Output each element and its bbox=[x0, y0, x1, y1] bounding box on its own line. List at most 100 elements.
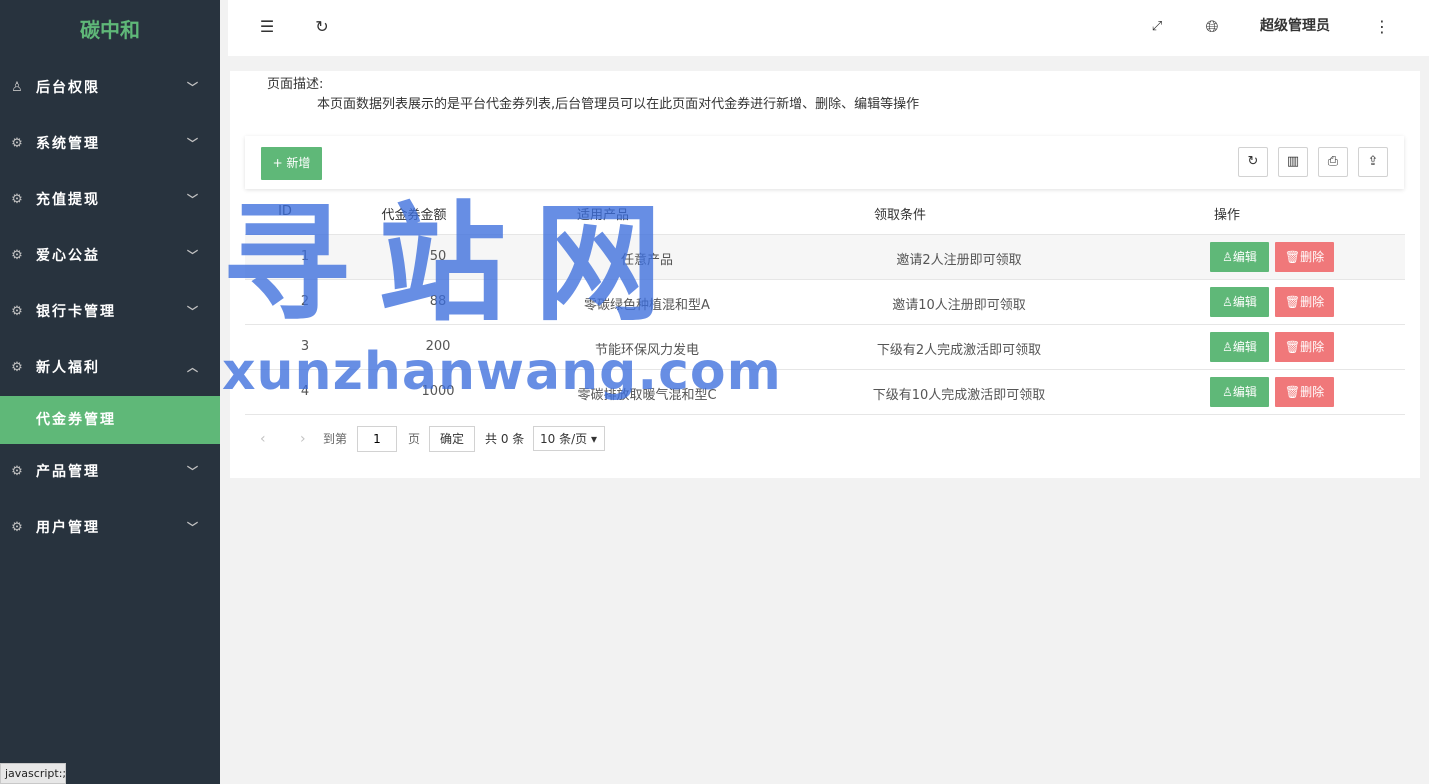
delete-button-label: 删除 bbox=[1300, 340, 1325, 354]
sidebar-item-charity[interactable]: ⚙ 爱心公益 ﹀ bbox=[0, 228, 220, 284]
sidebar-item-label: 后台权限 bbox=[36, 80, 100, 96]
cell-id: 2 bbox=[300, 294, 310, 309]
sidebar-item-recharge[interactable]: ⚙ 充值提现 ﹀ bbox=[0, 172, 220, 228]
delete-button[interactable]: 🗑︎删除 bbox=[1275, 287, 1334, 317]
main-card: 页面描述: 本页面数据列表展示的是平台代金券列表,后台管理员可以在此页面对代金券… bbox=[230, 71, 1420, 478]
gear-icon: ⚙ bbox=[11, 520, 25, 535]
column-header-id: ID bbox=[278, 204, 292, 219]
cell-amount: 88 bbox=[429, 294, 447, 309]
sidebar-item-permissions[interactable]: ♙ 后台权限 ﹀ bbox=[0, 60, 220, 116]
chevron-down-icon: ﹀ bbox=[187, 305, 200, 318]
cell-id: 1 bbox=[300, 249, 310, 264]
delete-button[interactable]: 🗑︎删除 bbox=[1275, 242, 1334, 272]
sidebar-item-newcomer[interactable]: ⚙ 新人福利 ︿ bbox=[0, 340, 220, 396]
sidebar-item-bankcard[interactable]: ⚙ 银行卡管理 ﹀ bbox=[0, 284, 220, 340]
menu-collapse-icon[interactable]: ☰ bbox=[256, 16, 278, 38]
print-icon[interactable]: ⎙ bbox=[1318, 147, 1348, 177]
columns-icon[interactable]: ▥ bbox=[1278, 147, 1308, 177]
chevron-up-icon: ︿ bbox=[187, 361, 200, 374]
sidebar: 碳中和 ♙ 后台权限 ﹀ ⚙ 系统管理 ﹀ ⚙ 充值提现 ﹀ ⚙ 爱心公益 ﹀ … bbox=[0, 0, 220, 784]
edit-button[interactable]: ♙编辑 bbox=[1210, 332, 1269, 362]
admin-username[interactable]: 超级管理员 bbox=[1260, 0, 1330, 52]
trash-icon: 🗑︎ bbox=[1284, 340, 1301, 354]
column-header-product: 适用产品 bbox=[576, 208, 630, 223]
add-button[interactable]: + 新增 bbox=[261, 147, 322, 180]
sidebar-item-label: 爱心公益 bbox=[36, 248, 100, 264]
chevron-down-icon: ▾ bbox=[590, 432, 597, 446]
cell-product: 零碳绿色种植混和型A bbox=[584, 298, 710, 313]
sidebar-item-label: 新人福利 bbox=[36, 360, 100, 376]
cell-amount: 1000 bbox=[421, 384, 455, 399]
refresh-icon[interactable]: ↻ bbox=[311, 16, 333, 38]
page-size-select[interactable]: 10 条/页 ▾ bbox=[533, 426, 605, 451]
column-header-amount: 代金券金额 bbox=[381, 208, 447, 223]
prev-page-icon[interactable]: ‹ bbox=[260, 426, 266, 452]
total-count: 共 0 条 bbox=[485, 432, 525, 446]
cell-condition: 下级有2人完成激活即可领取 bbox=[876, 343, 1042, 358]
column-header-condition: 领取条件 bbox=[873, 208, 927, 223]
sidebar-item-products[interactable]: ⚙ 产品管理 ﹀ bbox=[0, 444, 220, 500]
edit-button[interactable]: ♙编辑 bbox=[1210, 242, 1269, 272]
gear-icon: ⚙ bbox=[11, 360, 25, 375]
table-row: 3 200 节能环保风力发电 下级有2人完成激活即可领取 ♙编辑 🗑︎删除 bbox=[245, 325, 1405, 370]
table-row: 2 88 零碳绿色种植混和型A 邀请10人注册即可领取 ♙编辑 🗑︎删除 bbox=[245, 280, 1405, 325]
chevron-down-icon: ﹀ bbox=[187, 249, 200, 262]
table-row: 1 50 任意产品 邀请2人注册即可领取 ♙编辑 🗑︎删除 bbox=[245, 235, 1405, 280]
confirm-page-button[interactable]: 确定 bbox=[429, 426, 475, 452]
sidebar-item-system[interactable]: ⚙ 系统管理 ﹀ bbox=[0, 116, 220, 172]
sidebar-subitem-coupons[interactable]: 代金券管理 bbox=[0, 396, 220, 444]
chevron-down-icon: ﹀ bbox=[187, 137, 200, 150]
page-size-value: 10 条/页 bbox=[540, 432, 588, 446]
cell-id: 3 bbox=[300, 339, 310, 354]
user-icon: ♙ bbox=[11, 80, 25, 95]
edit-button[interactable]: ♙编辑 bbox=[1210, 287, 1269, 317]
delete-button[interactable]: 🗑︎删除 bbox=[1275, 377, 1334, 407]
trash-icon: 🗑︎ bbox=[1284, 250, 1301, 264]
edit-user-icon: ♙ bbox=[1222, 295, 1233, 309]
cell-condition: 下级有10人完成激活即可领取 bbox=[872, 388, 1046, 403]
sidebar-item-users[interactable]: ⚙ 用户管理 ﹀ bbox=[0, 500, 220, 556]
delete-button-label: 删除 bbox=[1300, 250, 1325, 264]
edit-button-label: 编辑 bbox=[1232, 250, 1257, 264]
delete-button-label: 删除 bbox=[1300, 295, 1325, 309]
page-description-title: 页面描述: bbox=[267, 77, 324, 92]
cell-condition: 邀请2人注册即可领取 bbox=[896, 253, 1022, 268]
delete-button[interactable]: 🗑︎删除 bbox=[1275, 332, 1334, 362]
more-vertical-icon[interactable]: ⋮ bbox=[1371, 16, 1393, 38]
edit-button-label: 编辑 bbox=[1232, 385, 1257, 399]
sidebar-item-label: 系统管理 bbox=[36, 136, 100, 152]
next-page-icon[interactable]: › bbox=[300, 426, 306, 452]
refresh-table-icon[interactable]: ↻ bbox=[1238, 147, 1268, 177]
delete-button-label: 删除 bbox=[1300, 385, 1325, 399]
table-header: ID 代金券金额 适用产品 领取条件 操作 bbox=[245, 199, 1405, 235]
sidebar-item-label: 充值提现 bbox=[36, 192, 100, 208]
table-row: 4 1000 零碳排放取暖气混和型C 下级有10人完成激活即可领取 ♙编辑 🗑︎… bbox=[245, 370, 1405, 415]
gear-icon: ⚙ bbox=[11, 248, 25, 263]
edit-button[interactable]: ♙编辑 bbox=[1210, 377, 1269, 407]
cell-product: 零碳排放取暖气混和型C bbox=[577, 388, 717, 403]
edit-button-label: 编辑 bbox=[1232, 340, 1257, 354]
gear-icon: ⚙ bbox=[11, 192, 25, 207]
page-description-text: 本页面数据列表展示的是平台代金券列表,后台管理员可以在此页面对代金券进行新增、删… bbox=[317, 97, 920, 112]
cell-amount: 50 bbox=[429, 249, 447, 264]
app-logo: 碳中和 bbox=[80, 18, 140, 42]
edit-button-label: 编辑 bbox=[1232, 295, 1257, 309]
cell-product: 节能环保风力发电 bbox=[594, 343, 700, 358]
trash-icon: 🗑︎ bbox=[1284, 295, 1301, 309]
edit-user-icon: ♙ bbox=[1222, 385, 1233, 399]
page-unit-label: 页 bbox=[408, 432, 421, 446]
cell-id: 4 bbox=[300, 384, 310, 399]
column-header-actions: 操作 bbox=[1213, 208, 1241, 223]
chevron-down-icon: ﹀ bbox=[187, 465, 200, 478]
status-bar-url: javascript:; bbox=[0, 763, 66, 784]
sidebar-item-label: 银行卡管理 bbox=[36, 304, 116, 320]
gear-icon: ⚙ bbox=[11, 136, 25, 151]
globe-icon[interactable]: 🌐︎ bbox=[1201, 16, 1223, 38]
top-header: ☰ ↻ ⤢ 🌐︎ 超级管理员 ⋮ bbox=[228, 0, 1429, 56]
fullscreen-icon[interactable]: ⤢ bbox=[1146, 16, 1168, 38]
page-number-input[interactable] bbox=[357, 426, 397, 452]
export-icon[interactable]: ⇪ bbox=[1358, 147, 1388, 177]
edit-user-icon: ♙ bbox=[1222, 340, 1233, 354]
chevron-down-icon: ﹀ bbox=[187, 81, 200, 94]
gear-icon: ⚙ bbox=[11, 304, 25, 319]
